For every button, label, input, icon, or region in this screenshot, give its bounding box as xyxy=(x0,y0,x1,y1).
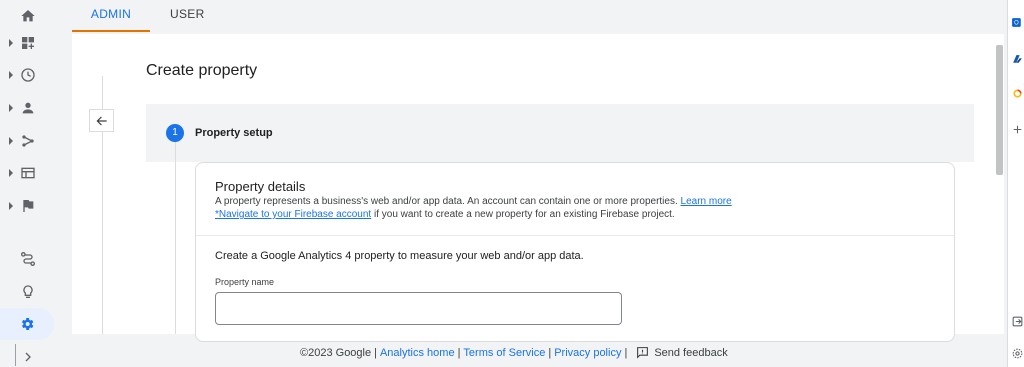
nav-insights[interactable] xyxy=(0,276,56,308)
footer-separator: | xyxy=(548,346,552,359)
gear-icon[interactable] xyxy=(1011,347,1024,360)
page-title: Create property xyxy=(146,62,258,79)
nav-admin[interactable] xyxy=(0,308,54,340)
dashboard-icon xyxy=(22,37,34,49)
table-icon xyxy=(21,167,35,179)
plus-icon[interactable] xyxy=(1011,123,1024,136)
privacy-policy-link[interactable]: Privacy policy xyxy=(554,347,621,359)
scrollbar-thumb[interactable] xyxy=(996,45,1003,175)
arrow-left-icon xyxy=(96,116,107,125)
terms-of-service-link[interactable]: Terms of Service xyxy=(463,347,545,359)
path-icon xyxy=(21,252,35,266)
admin-tabs: ADMIN USER xyxy=(72,0,205,32)
footer-separator: | xyxy=(457,346,461,359)
svg-text:O: O xyxy=(1014,21,1019,27)
description-text: A property represents a business's web a… xyxy=(215,196,678,207)
nav-path[interactable] xyxy=(0,243,56,275)
lightbulb-icon xyxy=(23,285,33,298)
caret-right-icon xyxy=(9,169,13,177)
property-details-description: A property represents a business's web a… xyxy=(215,196,732,207)
nav-engagement[interactable] xyxy=(0,125,56,157)
exit-panel-icon[interactable] xyxy=(1011,315,1024,328)
caret-right-icon xyxy=(9,39,13,47)
caret-right-icon xyxy=(9,71,13,79)
nav-reports-snapshot[interactable] xyxy=(0,27,56,59)
left-nav-rail xyxy=(0,0,56,367)
property-details-title: Property details xyxy=(215,179,306,194)
learn-more-link[interactable]: Learn more xyxy=(681,196,732,207)
flow-icon xyxy=(22,135,34,147)
property-name-input[interactable] xyxy=(215,292,622,325)
feedback-icon xyxy=(637,347,649,359)
app-icon-blue[interactable] xyxy=(1011,53,1024,66)
send-feedback-button[interactable]: Send feedback xyxy=(636,346,728,359)
back-button[interactable] xyxy=(89,109,114,132)
copyright-text: ©2023 Google xyxy=(300,346,372,359)
step-label: Property setup xyxy=(195,127,273,139)
outlook-icon[interactable]: O xyxy=(1011,16,1024,29)
step-connector-line xyxy=(175,142,176,334)
caret-right-icon xyxy=(9,202,13,210)
chevron-right-icon xyxy=(25,352,31,362)
flag-icon xyxy=(23,200,34,212)
settings-icon xyxy=(21,318,34,330)
home-icon xyxy=(21,10,35,22)
property-name-label: Property name xyxy=(215,277,275,287)
step-number-badge: 1 xyxy=(166,124,184,142)
caret-right-icon xyxy=(9,137,13,145)
tab-user[interactable]: USER xyxy=(150,0,205,32)
nav-realtime[interactable] xyxy=(0,59,56,91)
footer-separator: | xyxy=(374,346,377,359)
footer-separator: | xyxy=(624,346,628,359)
firebase-account-link[interactable]: *Navigate to your Firebase account xyxy=(215,209,371,220)
send-feedback-label: Send feedback xyxy=(654,346,728,359)
nav-library[interactable] xyxy=(0,157,56,189)
clock-icon xyxy=(21,68,35,82)
nav-user[interactable] xyxy=(0,92,56,124)
card-divider xyxy=(196,235,954,236)
person-icon xyxy=(22,102,34,114)
analytics-home-link[interactable]: Analytics home xyxy=(380,347,455,359)
footer: ©2023 Google | Analytics home | Terms of… xyxy=(300,346,728,359)
tab-admin[interactable]: ADMIN xyxy=(72,0,150,32)
create-property-instruction: Create a Google Analytics 4 property to … xyxy=(215,250,584,262)
caret-right-icon xyxy=(9,104,13,112)
firebase-suffix-text: if you want to create a new property for… xyxy=(371,209,675,220)
nav-configure[interactable] xyxy=(0,190,56,222)
firebase-description: *Navigate to your Firebase account if yo… xyxy=(215,209,675,220)
app-icon-multicolor[interactable] xyxy=(1011,87,1024,100)
nav-expand-button[interactable] xyxy=(0,341,56,367)
